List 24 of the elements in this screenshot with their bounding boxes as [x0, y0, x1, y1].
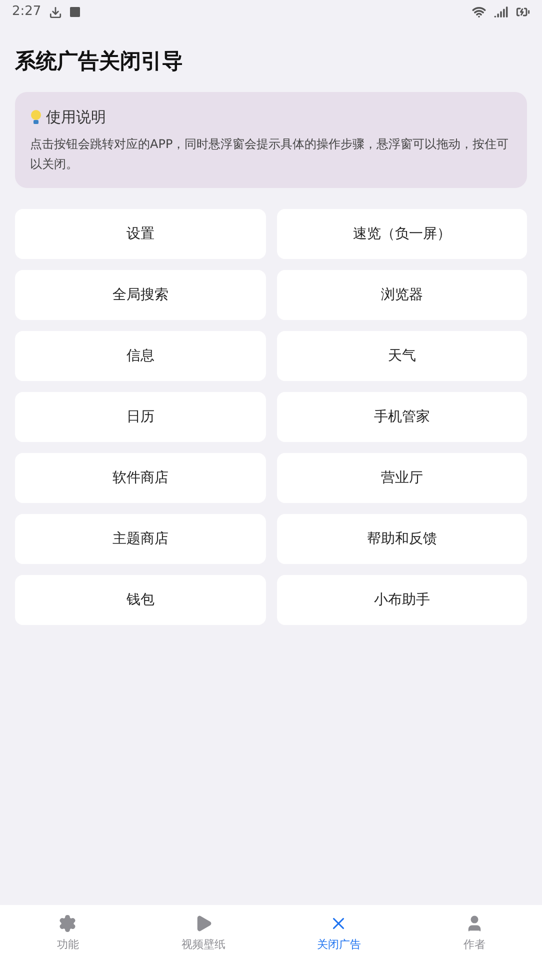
download-icon [49, 6, 62, 18]
app-button[interactable]: 天气 [276, 331, 527, 381]
app-button[interactable]: 软件商店 [15, 453, 266, 503]
wifi-icon [472, 5, 486, 19]
app-button[interactable]: 帮助和反馈 [276, 514, 527, 564]
app-button[interactable]: 速览（负一屏） [276, 209, 527, 259]
signal-icon [494, 5, 508, 19]
app-button[interactable]: 浏览器 [276, 270, 527, 320]
app-button[interactable]: 全局搜索 [15, 270, 266, 320]
info-heading: 使用说明 [46, 106, 106, 128]
app-button[interactable]: 钱包 [15, 575, 266, 625]
app-button[interactable]: 小布助手 [276, 575, 527, 625]
nav-tab[interactable]: 关闭广告 [271, 905, 406, 963]
app-button[interactable]: 日历 [15, 392, 266, 442]
lightbulb-icon [30, 108, 42, 125]
info-text: 点击按钮会跳转对应的APP，同时悬浮窗会提示具体的操作步骤，悬浮窗可以拖动，按住可以关闭。 [30, 136, 510, 173]
app-button[interactable]: 手机管家 [276, 392, 527, 442]
page-title: 系统广告关闭引导 [15, 48, 184, 75]
status-time: 2:27 [12, 3, 42, 22]
app-button[interactable]: 营业厅 [276, 453, 527, 503]
app-button[interactable]: 信息 [15, 331, 266, 381]
app-button[interactable]: 主题商店 [15, 514, 266, 564]
battery-icon [516, 5, 530, 19]
app-button[interactable]: 设置 [15, 209, 266, 259]
